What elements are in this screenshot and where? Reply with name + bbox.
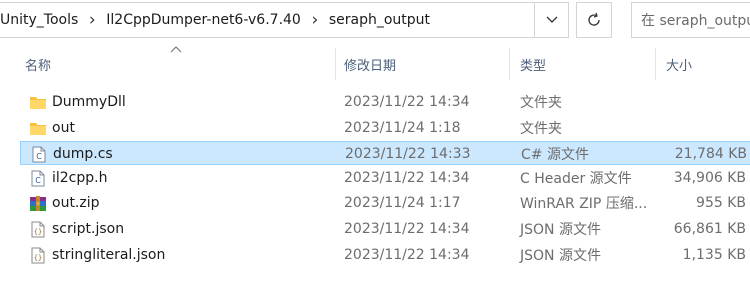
column-header-modified-label: 修改日期 [344,58,397,74]
column-header-type[interactable]: 类型 [520,44,655,84]
folder-icon [28,116,48,140]
svg-text:C: C [35,176,41,185]
search-placeholder: 在 seraph_output 中搜索 [641,13,750,29]
column-header-modified[interactable]: 修改日期 [344,44,509,84]
navigation-bar: Unity_Tools › Il2CppDumper-net6-v6.7.40 … [0,0,750,44]
breadcrumb-il2cppdumper[interactable]: Il2CppDumper-net6-v6.7.40 [106,12,301,28]
file-type: JSON 源文件 [520,222,601,238]
file-modified: 2023/11/24 1:18 [344,120,461,136]
file-type: WinRAR ZIP 压缩... [520,196,648,212]
c-header-file-icon: C [28,166,48,190]
file-row[interactable]: out 2023/11/24 1:18 文件夹 [20,116,750,140]
file-modified: 2023/11/22 14:33 [345,146,471,162]
column-header-name[interactable]: 名称 [25,44,335,84]
column-header-name-label: 名称 [25,58,52,74]
file-type: C Header 源文件 [520,171,632,187]
svg-text:{}: {} [34,228,42,236]
breadcrumb-seraph-output[interactable]: seraph_output [329,12,430,28]
search-input[interactable]: 在 seraph_output 中搜索 [631,2,750,38]
file-size: 66,861 KB [673,221,746,237]
column-divider[interactable] [335,48,336,80]
breadcrumb-unity-tools[interactable]: Unity_Tools [0,12,78,28]
file-name: DummyDll [52,94,126,110]
file-name: il2cpp.h [52,170,108,186]
file-row[interactable]: {} stringliteral.json 2023/11/22 14:34 J… [20,243,750,267]
file-modified: 2023/11/22 14:34 [344,94,470,110]
json-file-icon: {} [28,217,48,241]
svg-text:C: C [36,152,42,161]
address-bar[interactable]: Unity_Tools › Il2CppDumper-net6-v6.7.40 … [0,2,569,38]
file-type: JSON 源文件 [520,248,601,264]
file-size: 955 KB [696,195,746,211]
column-header-type-label: 类型 [520,58,547,74]
column-divider[interactable] [509,48,510,80]
refresh-button[interactable] [576,2,612,38]
file-type: 文件夹 [520,95,562,111]
column-header-size-label: 大小 [666,58,693,74]
file-name: out [52,120,75,136]
file-row[interactable]: out.zip 2023/11/24 1:17 WinRAR ZIP 压缩...… [20,191,750,215]
chevron-right-icon[interactable]: › [301,10,329,30]
file-type: C# 源文件 [521,147,589,163]
json-file-icon: {} [28,243,48,267]
file-row-selected[interactable]: C dump.cs 2023/11/22 14:33 C# 源文件 21,784… [20,141,750,165]
file-name: out.zip [52,195,100,211]
csharp-file-icon: C [29,142,49,166]
column-header-size[interactable]: 大小 [666,44,750,84]
column-header-row: 名称 修改日期 类型 大小 [0,44,750,84]
folder-icon [28,90,48,114]
file-row[interactable]: C il2cpp.h 2023/11/22 14:34 C Header 源文件… [20,166,750,190]
chevron-down-icon [546,16,557,23]
file-size: 21,784 KB [674,146,747,162]
refresh-icon [588,12,600,26]
svg-text:{}: {} [34,254,42,262]
file-name: stringliteral.json [52,247,166,263]
file-size: 1,135 KB [682,247,746,263]
file-row[interactable]: {} script.json 2023/11/22 14:34 JSON 源文件… [20,217,750,241]
file-modified: 2023/11/22 14:34 [344,170,470,186]
file-modified: 2023/11/22 14:34 [344,247,470,263]
file-type: 文件夹 [520,121,562,137]
file-name: dump.cs [53,146,113,162]
file-modified: 2023/11/22 14:34 [344,221,470,237]
file-row[interactable]: DummyDll 2023/11/22 14:34 文件夹 [20,90,750,114]
winrar-archive-icon [28,191,48,215]
file-name: script.json [52,221,125,237]
file-size: 34,906 KB [673,170,746,186]
column-divider[interactable] [655,48,656,80]
chevron-right-icon[interactable]: › [78,10,106,30]
address-dropdown-button[interactable] [534,3,568,37]
file-modified: 2023/11/24 1:17 [344,195,461,211]
